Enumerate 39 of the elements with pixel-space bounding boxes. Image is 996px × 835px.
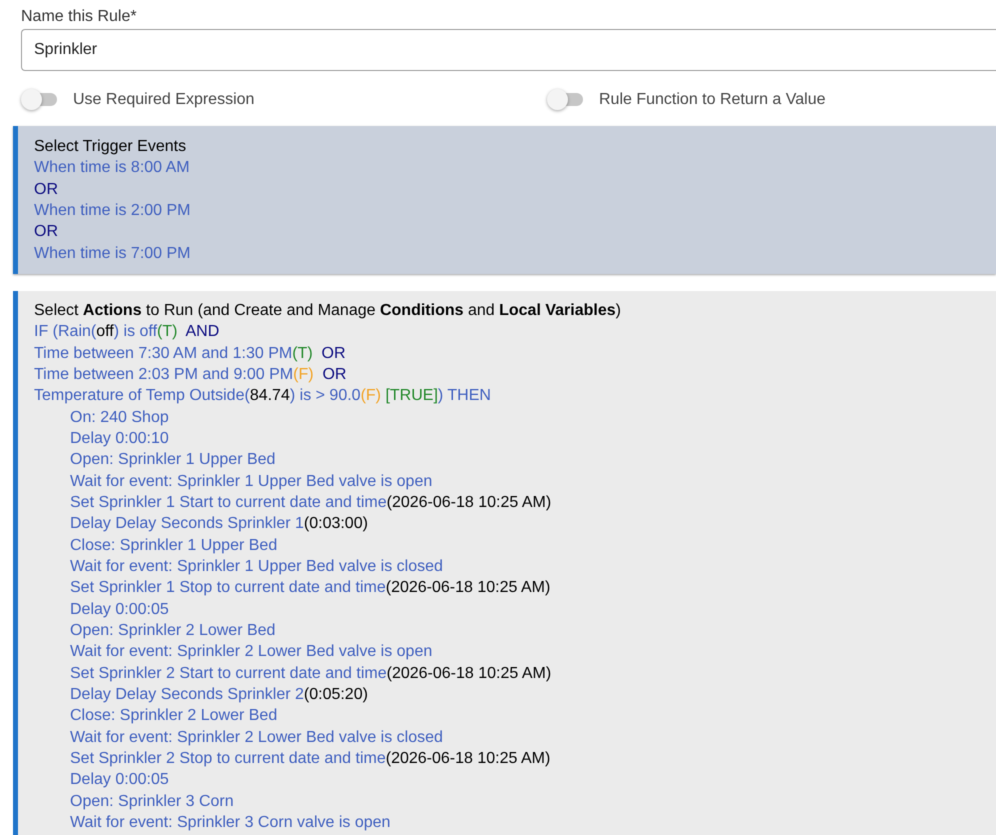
toggle-label: Rule Function to Return a Value xyxy=(599,90,826,110)
rule-name-field[interactable]: Sprinkler xyxy=(21,29,996,71)
toggle-switch[interactable] xyxy=(21,89,57,110)
action-line: Delay 0:00:05 xyxy=(70,770,169,790)
action-line: Delay Delay Seconds Sprinkler 1(0:03:00) xyxy=(70,514,368,534)
action-line: Wait for event: Sprinkler 2 Lower Bed valve is open xyxy=(70,642,432,662)
toggle-label: Use Required Expression xyxy=(73,90,254,110)
action-line: Open: Sprinkler 1 Upper Bed xyxy=(70,450,276,470)
action-line: Set Sprinkler 2 Stop to current date and time(2026-06-18 10:25 AM) xyxy=(70,748,550,769)
action-line: Open: Sprinkler 2 Lower Bed xyxy=(70,620,276,641)
condition-line: Time between 2:03 PM and 9:00 PM(F) OR xyxy=(34,364,346,385)
trigger-event: When time is 2:00 PM xyxy=(34,200,190,221)
panel-title: Select Trigger Events xyxy=(34,137,186,157)
action-line: Wait for event: Sprinkler 1 Upper Bed valve is closed xyxy=(70,556,443,577)
condition-line: IF (Rain(off) is off(T) AND xyxy=(34,322,220,342)
action-line: Set Sprinkler 1 Start to current date and time(2026-06-18 10:25 AM) xyxy=(70,492,552,513)
action-line: Close: Sprinkler 1 Upper Bed xyxy=(70,536,278,556)
condition-line: Temperature of Temp Outside(84.74) is > 90.0(F) [TRUE]) THEN xyxy=(34,386,491,406)
panel-title: Select Actions to Run (and Create and Manage Conditions and Local Variables) xyxy=(34,300,621,321)
action-line: Wait for event: Sprinkler 3 Corn valve is open xyxy=(70,812,390,833)
action-line: Wait for event: Sprinkler 1 Upper Bed valve is open xyxy=(70,472,432,492)
action-line: Wait for event: Sprinkler 2 Lower Bed valve is closed xyxy=(70,728,443,748)
action-line: Delay 0:00:10 xyxy=(70,428,169,449)
action-line: Close: Sprinkler 2 Lower Bed xyxy=(70,706,278,726)
action-line: Set Sprinkler 2 Start to current date and time(2026-06-18 10:25 AM) xyxy=(70,664,552,684)
action-line: Set Sprinkler 1 Stop to current date and time(2026-06-18 10:25 AM) xyxy=(70,578,550,598)
operator-label: OR xyxy=(34,180,58,200)
operator-label: OR xyxy=(34,222,58,242)
toggle-switch[interactable] xyxy=(547,89,583,110)
condition-line: Time between 7:30 AM and 1:30 PM(T) OR xyxy=(34,344,346,364)
field-label: Name this Rule* xyxy=(21,7,137,27)
action-line: Open: Sprinkler 3 Corn xyxy=(70,792,234,812)
trigger-event: When time is 7:00 PM xyxy=(34,244,190,264)
action-line: Delay 0:00:05 xyxy=(70,600,169,620)
action-line: Delay Delay Seconds Sprinkler 2(0:05:20) xyxy=(70,684,368,705)
trigger-event: When time is 8:00 AM xyxy=(34,158,190,178)
trigger-panel[interactable]: Select Trigger Events When time is 8:00 AM OR When time is 2:00 PM OR When time is 7:00 PM xyxy=(13,126,996,274)
action-line: On: 240 Shop xyxy=(70,408,169,428)
actions-panel[interactable] xyxy=(13,290,996,835)
